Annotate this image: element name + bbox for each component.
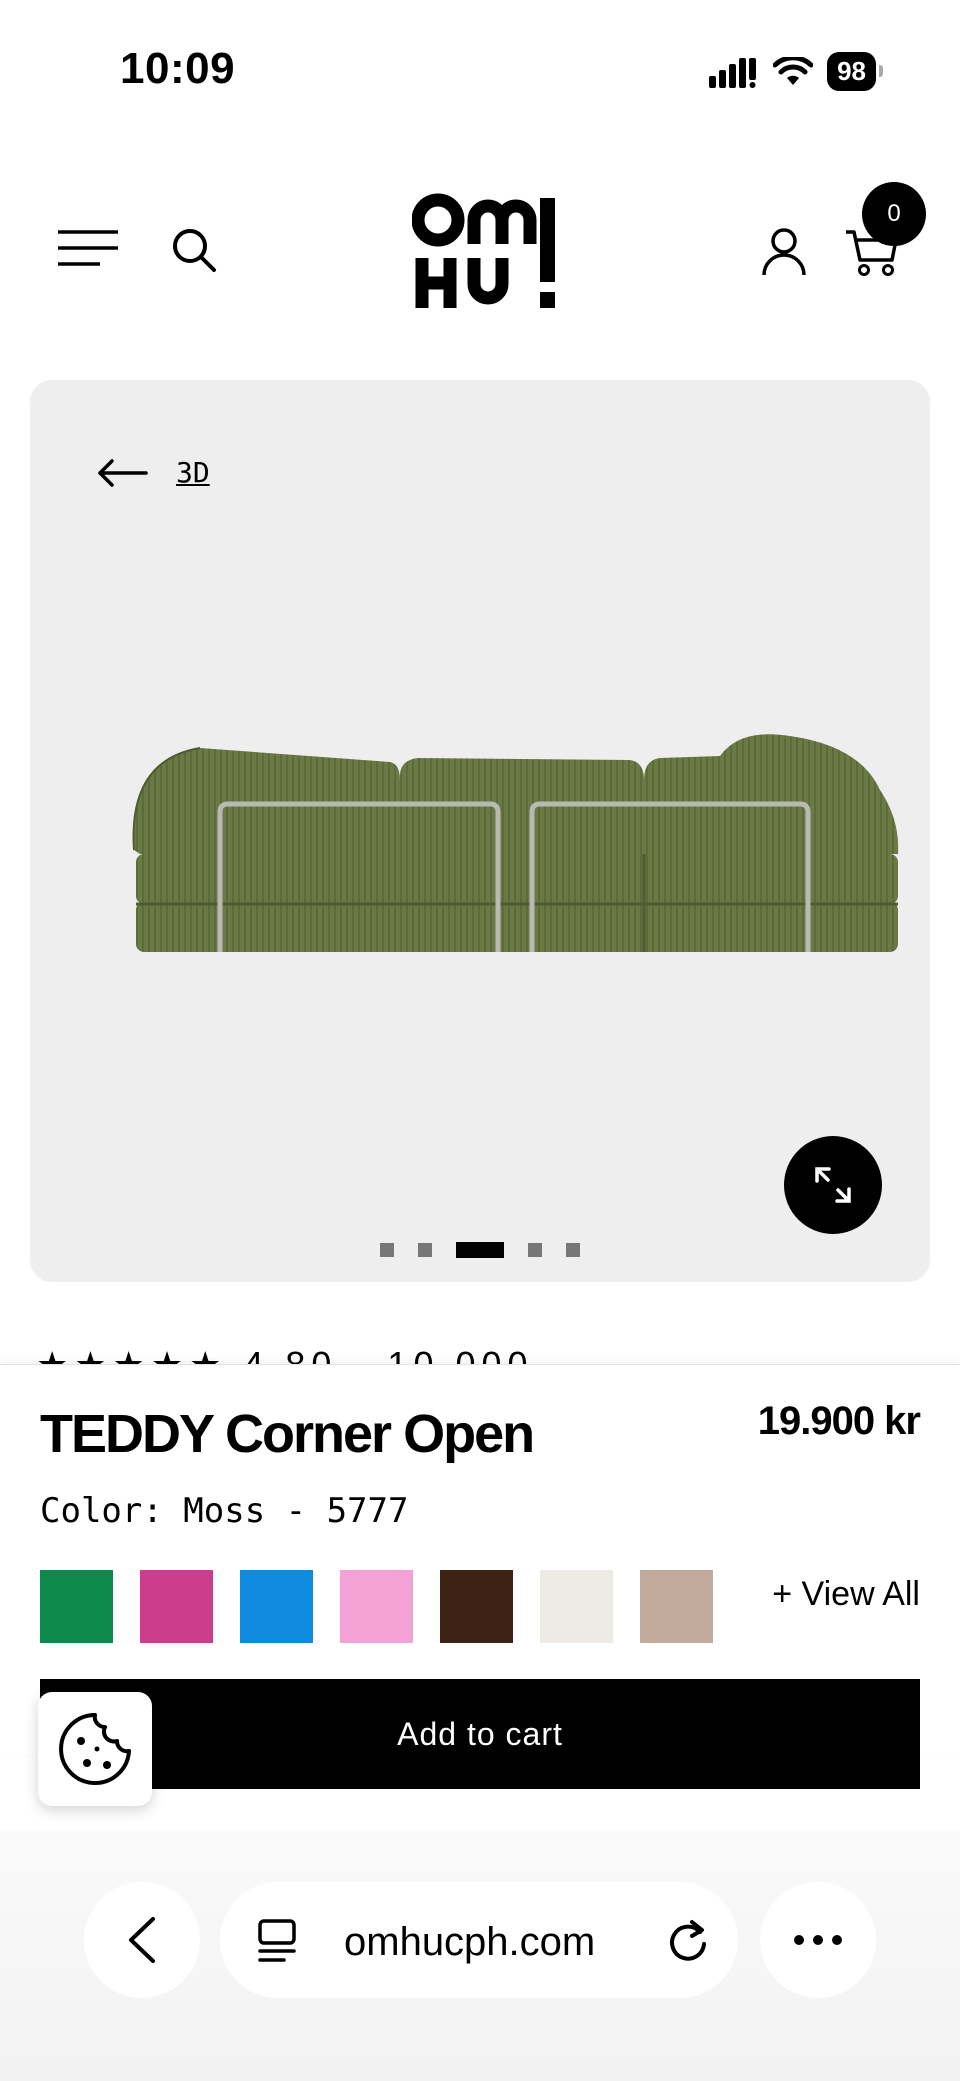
product-image-sofa — [132, 734, 899, 952]
address-bar[interactable]: omhucph.com — [220, 1882, 738, 1998]
product-price: 19.900 kr — [757, 1399, 921, 1443]
gallery-dot-4[interactable] — [528, 1243, 542, 1257]
status-icons: 98 — [709, 52, 883, 91]
cart-count-badge[interactable]: 0 — [862, 182, 926, 246]
battery-indicator: 98 — [827, 52, 883, 91]
chevron-left-icon — [129, 1917, 155, 1963]
swatch-pink[interactable] — [340, 1570, 413, 1643]
gallery-dot-5[interactable] — [566, 1243, 580, 1257]
rating-row: ★★★★★ 4.80 · 10,000 — [36, 1344, 534, 1366]
cookie-settings-button[interactable] — [38, 1692, 152, 1806]
browser-more-button[interactable] — [760, 1882, 876, 1998]
color-swatches — [40, 1570, 713, 1643]
fullscreen-button[interactable] — [784, 1136, 882, 1234]
menu-button[interactable] — [56, 226, 120, 270]
back-to-3d-link[interactable]: 3D — [96, 456, 210, 489]
view-all-colors-link[interactable]: + View All — [772, 1575, 920, 1614]
gallery-pagination — [30, 1242, 930, 1258]
swatch-green[interactable] — [40, 1570, 113, 1643]
user-icon — [762, 228, 806, 276]
reload-icon[interactable] — [666, 1918, 710, 1962]
swatch-cream[interactable] — [540, 1570, 613, 1643]
arrow-left-icon — [98, 458, 148, 487]
browser-toolbar: omhucph.com — [0, 1830, 960, 2081]
add-to-cart-button[interactable]: Add to cart — [40, 1679, 920, 1789]
gallery-dot-3-active[interactable] — [456, 1242, 504, 1258]
swatch-taupe[interactable] — [640, 1570, 713, 1643]
omhu-logo[interactable] — [412, 192, 568, 312]
view-3d-label[interactable]: 3D — [176, 456, 210, 489]
swatch-magenta[interactable] — [140, 1570, 213, 1643]
product-gallery[interactable]: 3D — [30, 380, 930, 1282]
selected-color: Color: Moss - 5777 — [40, 1491, 408, 1531]
product-title: TEDDY Corner Open — [40, 1404, 535, 1464]
status-time: 10:09 — [120, 44, 236, 93]
browser-back-button[interactable] — [84, 1882, 200, 1998]
page-menu-icon[interactable] — [256, 1918, 300, 1964]
color-value: Moss - 5777 — [183, 1491, 409, 1531]
signal-icon — [709, 57, 757, 88]
swatch-blue[interactable] — [240, 1570, 313, 1643]
account-button[interactable] — [756, 224, 812, 280]
search-button[interactable] — [168, 224, 220, 276]
site-header: 0 — [0, 170, 960, 330]
more-horizontal-icon — [794, 1935, 842, 1945]
url-text[interactable]: omhucph.com — [344, 1920, 595, 1965]
color-label: Color: — [40, 1491, 184, 1531]
cookie-icon — [59, 1713, 131, 1785]
gallery-dot-2[interactable] — [418, 1243, 432, 1257]
expand-icon — [815, 1167, 851, 1203]
gallery-dot-1[interactable] — [380, 1243, 394, 1257]
wifi-icon — [773, 56, 814, 85]
hamburger-menu-icon — [58, 230, 118, 266]
search-icon — [173, 229, 216, 272]
status-bar: 10:09 98 — [0, 0, 960, 140]
swatch-brown[interactable] — [440, 1570, 513, 1643]
